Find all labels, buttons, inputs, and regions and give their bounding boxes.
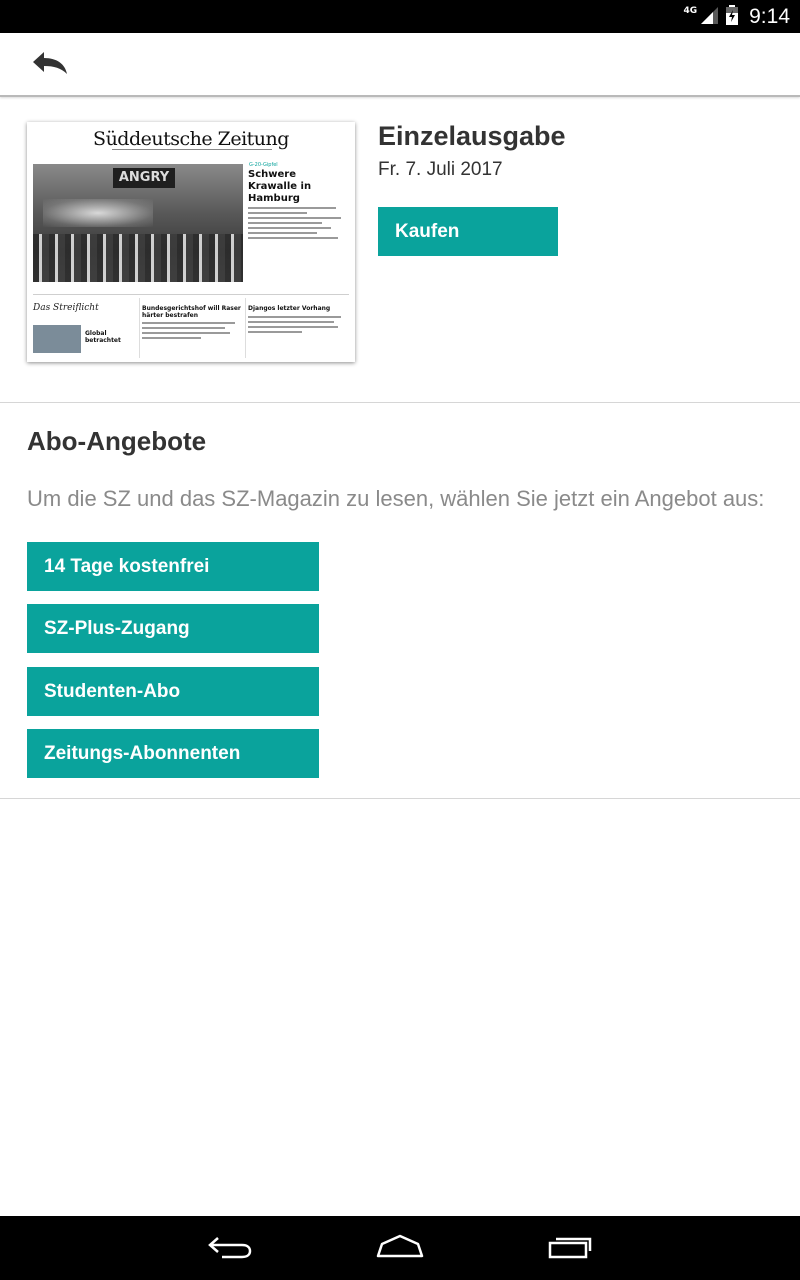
cover-photo-sign: ANGRY: [113, 168, 175, 188]
recents-nav-icon: [546, 1232, 594, 1264]
cover-body-text: [248, 207, 346, 242]
cover-column-separator: [139, 298, 140, 358]
back-nav-icon: [206, 1232, 254, 1264]
cover-kicker: G-20-Gipfel: [249, 162, 278, 168]
buy-button[interactable]: Kaufen: [378, 207, 558, 256]
cover-column-headline: Bundesgerichtshof will Raser härter best…: [142, 305, 241, 319]
signal-icon: [699, 5, 719, 29]
section-divider: [0, 402, 800, 403]
cover-column-separator: [245, 298, 246, 358]
offers-description: Um die SZ und das SZ-Magazin zu lesen, w…: [27, 486, 765, 511]
cover-video-headline: Global betrachtet: [85, 330, 121, 344]
app-bar: [0, 33, 800, 97]
offer-button-sz-plus[interactable]: SZ-Plus-Zugang: [27, 604, 319, 653]
offers-title: Abo-Angebote: [27, 426, 207, 456]
network-type: 4G: [683, 5, 698, 16]
cover-photo-spray: [43, 199, 153, 227]
cover-masthead: Süddeutsche Zeitung: [93, 128, 289, 150]
cover-rule: [33, 294, 349, 295]
single-issue-section: Süddeutsche Zeitung ANGRY G-20-Gipfel Sc…: [0, 99, 800, 403]
home-nav-icon: [374, 1232, 426, 1264]
cover-column-text: [142, 322, 240, 342]
cover-masthead-rule: [112, 149, 272, 152]
cover-column-text: [248, 316, 346, 336]
offer-button-newspaper-subscribers[interactable]: Zeitungs-Abonnenten: [27, 729, 319, 778]
cover-photo-crowd: [33, 234, 243, 282]
offer-button-student[interactable]: Studenten-Abo: [27, 667, 319, 716]
cover-headline: Schwere Krawalle in Hamburg: [248, 169, 312, 204]
clock: 9:14: [749, 4, 790, 28]
recents-nav-button[interactable]: [540, 1228, 600, 1268]
back-arrow-icon: [30, 50, 70, 80]
battery-icon: [725, 4, 739, 30]
cover-column-headline: Djangos letzter Vorhang: [248, 305, 331, 312]
cover-photo: ANGRY: [33, 164, 243, 282]
back-nav-button[interactable]: [200, 1228, 260, 1268]
status-bar: 4G 9:14: [0, 0, 800, 33]
back-button[interactable]: [22, 45, 78, 85]
home-nav-button[interactable]: [370, 1228, 430, 1268]
status-indicators: 4G 9:14: [683, 0, 790, 33]
cover-video-thumbnail: [33, 325, 81, 353]
cover-streiflicht: Das Streiflicht: [33, 303, 99, 313]
newspaper-cover-thumbnail[interactable]: Süddeutsche Zeitung ANGRY G-20-Gipfel Sc…: [27, 122, 355, 362]
issue-date: Fr. 7. Juli 2017: [378, 159, 503, 180]
navigation-bar: [0, 1216, 800, 1280]
issue-title: Einzelausgabe: [378, 121, 566, 151]
offer-button-free-trial[interactable]: 14 Tage kostenfrei: [27, 542, 319, 591]
section-divider: [0, 798, 800, 799]
